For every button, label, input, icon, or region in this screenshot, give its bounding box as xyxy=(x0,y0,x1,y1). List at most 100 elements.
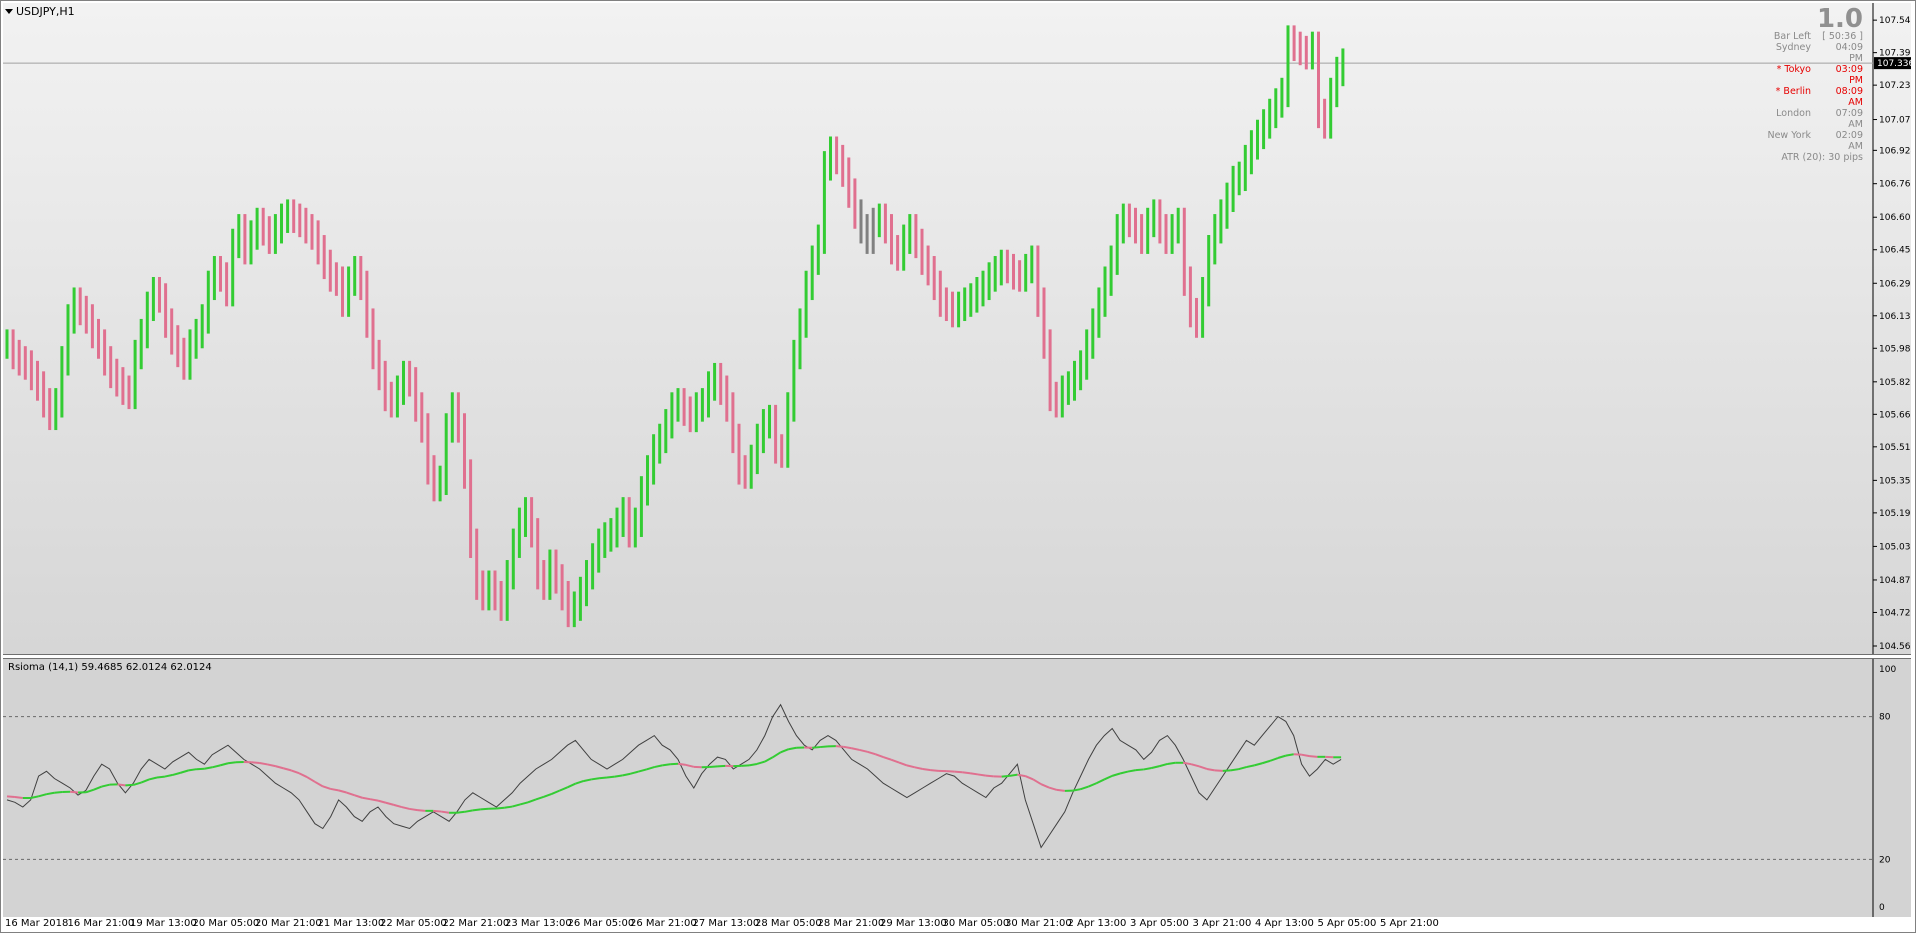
ma-line-segment xyxy=(156,775,166,779)
ma-line-segment xyxy=(180,769,189,774)
time-label: 26 Mar 05:00 xyxy=(567,918,635,929)
indicator-pane[interactable]: 100 80 20 0 Rsioma (14,1) 59.4685 62.0124 6… xyxy=(3,658,1911,917)
info-row-value: 08:09 AM xyxy=(1835,86,1863,108)
ma-line-segment xyxy=(543,793,553,798)
ma-line-segment xyxy=(504,805,513,809)
atr-readout: ATR (20): 30 pips xyxy=(1781,152,1863,163)
info-panel: 1.0 Bar Left[ 50:36 ] Sydney 04:09 PM * Tok… xyxy=(1713,5,1863,163)
ma-line-segment xyxy=(977,773,987,777)
symbol-label[interactable]: USDJPY,H1 xyxy=(5,5,75,18)
ma-line-segment xyxy=(1190,763,1200,768)
ma-line-segment xyxy=(851,747,860,751)
ma-line-segment xyxy=(1301,753,1310,758)
ma-line-segment xyxy=(1183,761,1192,766)
ma-line-segment xyxy=(1056,788,1065,792)
ma-line-segment xyxy=(1080,785,1089,791)
time-label: 20 Mar 05:00 xyxy=(192,918,260,929)
ma-line-segment xyxy=(346,791,355,797)
ma-line-segment xyxy=(6,795,15,799)
ma-line-segment xyxy=(1024,775,1034,781)
info-row-value: [ 50:36 ] xyxy=(1822,31,1863,42)
ma-line-segment xyxy=(780,748,789,754)
indicator-label: Rsioma (14,1) 59.4685 62.0124 62.0124 xyxy=(8,662,212,673)
ma-line-segment xyxy=(219,762,229,767)
time-label: 2 Apr 13:00 xyxy=(1067,918,1127,929)
ma-line-segment xyxy=(1103,774,1113,781)
time-label: 22 Mar 05:00 xyxy=(380,918,447,929)
price-tick-label: 104.720 xyxy=(1879,608,1911,618)
ma-line-segment xyxy=(962,771,971,775)
ma-line-segment xyxy=(369,798,379,802)
ma-line-segment xyxy=(409,807,418,812)
ma-line-segment xyxy=(1285,753,1294,757)
ma-line-segment xyxy=(551,789,560,795)
time-label: 20 Mar 21:00 xyxy=(255,918,322,929)
ma-line-segment xyxy=(117,783,126,787)
ma-line-segment xyxy=(480,807,489,811)
ma-line-segment xyxy=(227,761,237,765)
indicator-chart-svg: 100 80 20 0 xyxy=(3,659,1896,917)
ma-line-segment xyxy=(606,775,615,779)
ma-line-segment xyxy=(709,765,718,769)
ma-line-segment xyxy=(1198,765,1208,770)
ma-line-segment xyxy=(906,764,916,769)
ma-line-segment xyxy=(527,798,537,804)
ma-line-segment xyxy=(1040,783,1050,789)
time-label: 4 Apr 13:00 xyxy=(1255,918,1314,929)
info-row: * Tokyo 03:09 PM xyxy=(1713,64,1863,86)
ma-line-segment xyxy=(1111,772,1121,777)
ma-line-segment xyxy=(1001,774,1010,778)
price-chart-svg: 107.545107.390107.235107.071106.924106.7… xyxy=(3,3,1911,654)
ma-line-segment xyxy=(212,764,221,769)
ma-line-segment xyxy=(85,788,95,794)
chart-window: 107.545107.390107.235107.071106.924106.7… xyxy=(0,0,1916,933)
rsi-tick-label: 0 xyxy=(1879,903,1885,913)
time-label: 16 Mar 21:00 xyxy=(67,918,135,929)
ma-line-segment xyxy=(1009,773,1018,777)
ma-line-segment xyxy=(393,803,402,809)
ma-line-segment xyxy=(172,771,181,776)
time-label: 30 Mar 21:00 xyxy=(1005,918,1072,929)
ma-line-segment xyxy=(417,809,426,812)
time-label: 29 Mar 13:00 xyxy=(880,918,947,929)
ma-line-segment xyxy=(204,766,213,770)
info-row-value: 07:09 AM xyxy=(1835,108,1863,130)
ma-line-segment xyxy=(890,758,900,764)
ma-line-segment xyxy=(914,766,923,770)
ma-line-segment xyxy=(14,796,23,799)
ma-line-segment xyxy=(1261,759,1271,765)
ma-line-segment xyxy=(148,776,158,781)
ma-line-segment xyxy=(1143,767,1152,771)
rsi-line xyxy=(6,703,1342,849)
price-pane[interactable]: 107.545107.390107.235107.071106.924106.7… xyxy=(3,3,1911,655)
ma-line-segment xyxy=(401,806,410,810)
time-label: 28 Mar 05:00 xyxy=(755,918,822,929)
ma-line-segment xyxy=(1119,770,1129,775)
ma-line-segment xyxy=(969,772,979,776)
dropdown-arrow-icon[interactable] xyxy=(5,9,13,14)
ma-line-segment xyxy=(614,774,623,778)
current-price-label: 107.336 xyxy=(1877,59,1911,69)
ma-line-segment xyxy=(820,745,829,749)
ma-line-segment xyxy=(362,796,371,801)
ma-line-segment xyxy=(377,799,387,804)
ma-line-segment xyxy=(843,745,852,750)
ma-line-segment xyxy=(259,762,268,766)
price-tick-label: 107.545 xyxy=(1879,16,1911,26)
ma-line-segment xyxy=(788,746,797,751)
price-tick-label: 106.924 xyxy=(1879,146,1911,156)
ma-line-segment xyxy=(812,746,821,749)
info-row-label: Bar Left xyxy=(1773,31,1811,42)
ma-line-segment xyxy=(267,763,276,768)
price-tick-label: 105.195 xyxy=(1879,509,1911,519)
info-row: Bar Left [ 50:36 ] xyxy=(1713,31,1863,42)
ma-line-segment xyxy=(1135,768,1144,772)
info-row-label: Sydney xyxy=(1775,42,1811,53)
ma-line-segment xyxy=(598,776,608,780)
ma-line-segment xyxy=(1088,782,1097,788)
ma-line-segment xyxy=(46,791,55,796)
ma-line-segment xyxy=(748,762,758,767)
info-row-label: * Tokyo xyxy=(1776,64,1811,75)
time-label: 22 Mar 21:00 xyxy=(442,918,510,929)
ma-line-segment xyxy=(54,791,63,794)
